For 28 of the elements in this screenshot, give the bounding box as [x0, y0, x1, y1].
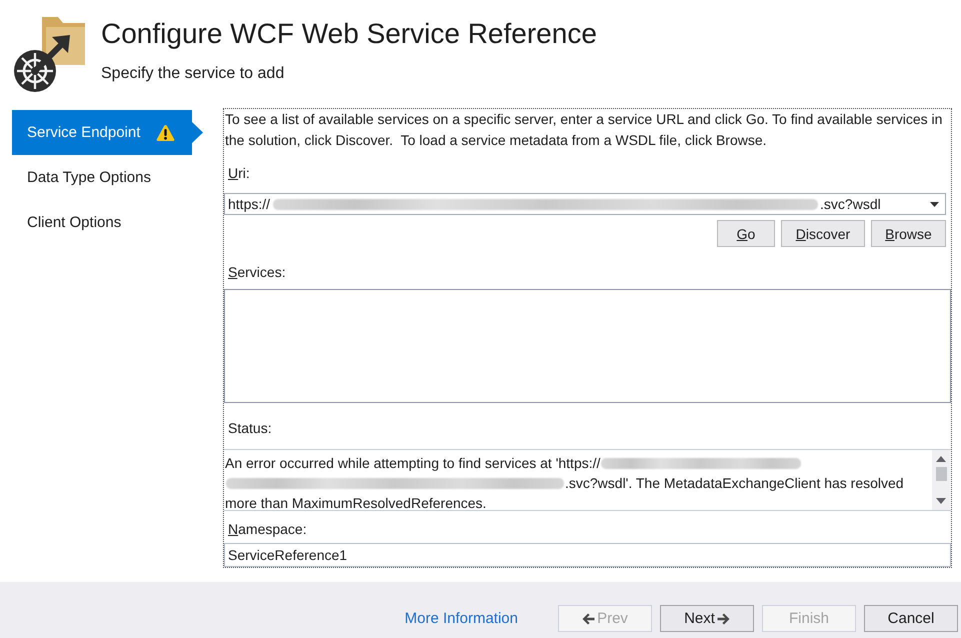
sidebar-item[interactable]: Data Type Options [12, 155, 203, 200]
dialog-subtitle: Specify the service to add [101, 64, 284, 84]
namespace-field[interactable]: ServiceReference1 [224, 543, 951, 567]
namespace-label: Namespace: [227, 520, 307, 539]
uri-label: Uri: [227, 164, 250, 183]
scroll-up-icon[interactable] [936, 456, 946, 462]
more-information-link[interactable]: More Information [404, 605, 518, 632]
services-label: Services: [227, 263, 286, 282]
dropdown-caret-icon[interactable] [930, 202, 939, 206]
scroll-down-icon[interactable] [936, 498, 946, 504]
wizard-button[interactable]: Next [660, 605, 754, 632]
go-button[interactable]: Go [717, 220, 775, 247]
arrow-right-icon [716, 612, 730, 624]
status-label: Status: [227, 419, 272, 438]
services-list[interactable] [224, 289, 951, 403]
discover-button[interactable]: Discover [781, 220, 865, 247]
instructions-text: To see a list of available services on a specific server, enter a service URL and click Go. To find available services in the solution, click Discover. To load a service metadata from a WSDL file, click Browse. [224, 110, 944, 150]
status-textbox[interactable]: An error occurred while attempting to find services at 'https:// .svc?wsdl'. The MetadataExchangeClient has resolved more than MaximumResolvedReferences. [224, 449, 951, 511]
arrow-left-icon [582, 612, 596, 624]
scrollbar-thumb[interactable] [936, 467, 946, 481]
sidebar-item[interactable]: Client Options [12, 200, 203, 245]
folder-wheel-arrow-icon [12, 15, 86, 93]
dialog-title: Configure WCF Web Service Reference [101, 17, 597, 51]
browse-button[interactable]: Browse [871, 220, 946, 247]
sidebar-item[interactable]: Service Endpoint [12, 110, 203, 155]
wizard-button[interactable]: Cancel [864, 605, 958, 632]
uri-combobox[interactable]: https:// .svc?wsdl [224, 193, 946, 215]
scrollbar[interactable] [932, 450, 950, 510]
